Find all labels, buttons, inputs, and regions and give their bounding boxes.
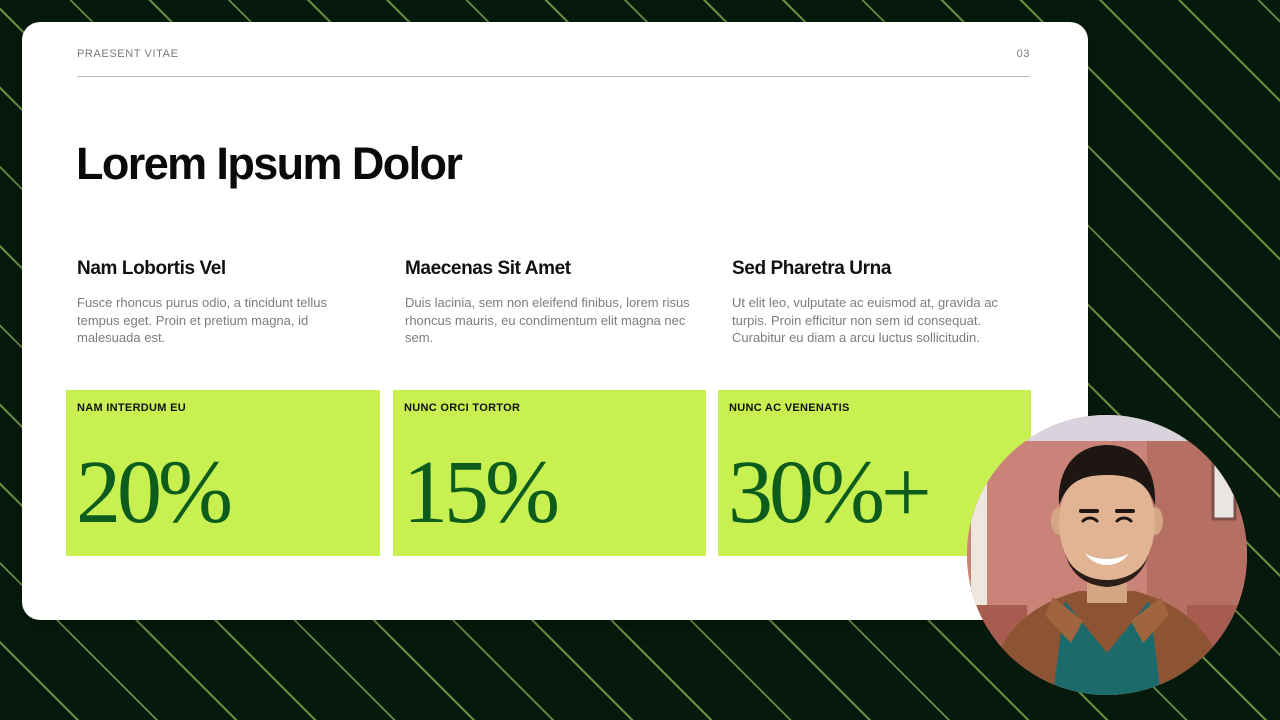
feature-column-2: Maecenas Sit Amet Duis lacinia, sem non … <box>405 258 695 347</box>
column-heading: Nam Lobortis Vel <box>77 258 226 279</box>
slide-card: PRAESENT VITAE 03 Lorem Ipsum Dolor Nam … <box>22 22 1088 620</box>
stat-card-2: NUNC ORCI TORTOR 15% <box>393 390 706 556</box>
column-heading: Sed Pharetra Urna <box>732 258 891 279</box>
column-body: Fusce rhoncus purus odio, a tincidunt te… <box>77 295 328 345</box>
slide-header: PRAESENT VITAE 03 <box>77 46 1030 77</box>
column-heading: Maecenas Sit Amet <box>405 258 571 279</box>
stat-label: NAM INTERDUM EU <box>77 402 186 414</box>
page-title: Lorem Ipsum Dolor <box>76 138 463 189</box>
stat-value: 30%+ <box>728 443 932 542</box>
column-body: Duis lacinia, sem non eleifend finibus, … <box>405 295 690 345</box>
feature-column-1: Nam Lobortis Vel Fusce rhoncus purus odi… <box>77 258 367 347</box>
stat-value: 20% <box>76 443 233 542</box>
stat-label: NUNC ORCI TORTOR <box>404 402 521 414</box>
presenter-avatar <box>967 415 1247 695</box>
presenter-photo-icon <box>967 415 1247 695</box>
stat-card-1: NAM INTERDUM EU 20% <box>66 390 380 556</box>
feature-column-3: Sed Pharetra Urna Ut elit leo, vulputate… <box>732 258 1022 347</box>
slide-eyebrow: PRAESENT VITAE <box>77 48 179 60</box>
page-number: 03 <box>1016 48 1030 60</box>
stat-value: 15% <box>403 443 560 542</box>
column-body: Ut elit leo, vulputate ac euismod at, gr… <box>732 295 998 345</box>
stat-label: NUNC AC VENENATIS <box>729 402 850 414</box>
